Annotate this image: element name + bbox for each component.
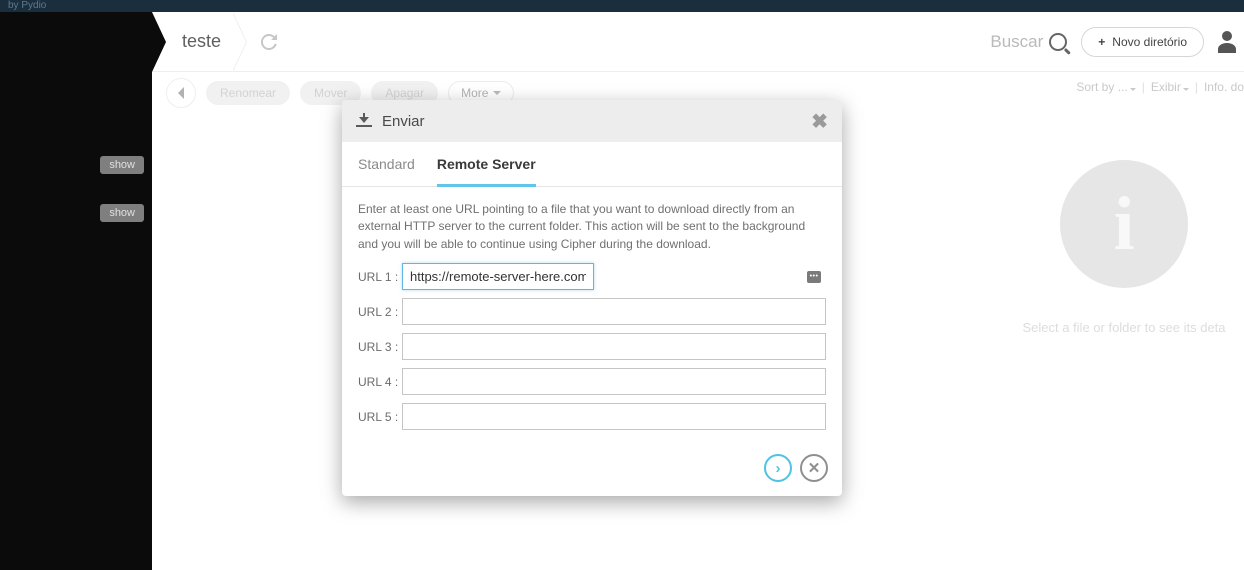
show-button-1[interactable]: show xyxy=(100,156,144,174)
url5-label: URL 5 : xyxy=(358,410,396,424)
plus-icon: + xyxy=(1098,35,1105,49)
refresh-icon[interactable] xyxy=(261,34,277,50)
new-directory-button[interactable]: + Novo diretório xyxy=(1081,27,1204,57)
modal-title: Enviar xyxy=(382,113,425,130)
url4-label: URL 4 : xyxy=(358,375,396,389)
tab-remote-server[interactable]: Remote Server xyxy=(437,156,536,187)
input-extension-icon[interactable]: ••• xyxy=(807,271,821,283)
header-bar: teste Buscar + Novo diretório xyxy=(152,12,1244,72)
close-button[interactable]: ✖ xyxy=(811,109,828,134)
modal-description: Enter at least one URL pointing to a fil… xyxy=(358,201,826,253)
search-trigger[interactable]: Buscar xyxy=(990,32,1067,52)
new-directory-label: Novo diretório xyxy=(1112,35,1187,49)
upload-modal: Enviar ✖ Standard Remote Server Enter at… xyxy=(342,100,842,496)
submit-button[interactable]: › xyxy=(764,454,792,482)
show-button-2[interactable]: show xyxy=(100,204,144,222)
search-icon xyxy=(1049,33,1067,51)
url3-input[interactable] xyxy=(402,333,826,360)
search-label: Buscar xyxy=(990,32,1043,52)
url2-input[interactable] xyxy=(402,298,826,325)
breadcrumb: teste xyxy=(152,12,277,71)
close-icon: ✕ xyxy=(808,461,821,476)
url3-label: URL 3 : xyxy=(358,340,396,354)
url5-input[interactable] xyxy=(402,403,826,430)
cancel-button[interactable]: ✕ xyxy=(800,454,828,482)
user-icon[interactable] xyxy=(1218,31,1236,53)
breadcrumb-title[interactable]: teste xyxy=(182,31,221,52)
breadcrumb-sep-icon xyxy=(233,12,247,72)
url2-label: URL 2 : xyxy=(358,305,396,319)
brand-label: by Pydio xyxy=(8,0,46,11)
url1-label: URL 1 : xyxy=(358,270,396,284)
tab-standard[interactable]: Standard xyxy=(358,156,415,186)
modal-tabs: Standard Remote Server xyxy=(342,142,842,187)
top-bar: by Pydio xyxy=(0,0,1244,12)
modal-header: Enviar ✖ xyxy=(342,100,842,142)
breadcrumb-arrow-icon xyxy=(152,12,166,72)
url1-input[interactable] xyxy=(402,263,594,290)
chevron-right-icon: › xyxy=(776,461,781,476)
upload-icon xyxy=(356,113,372,130)
left-sidebar: show show xyxy=(0,12,152,570)
url4-input[interactable] xyxy=(402,368,826,395)
